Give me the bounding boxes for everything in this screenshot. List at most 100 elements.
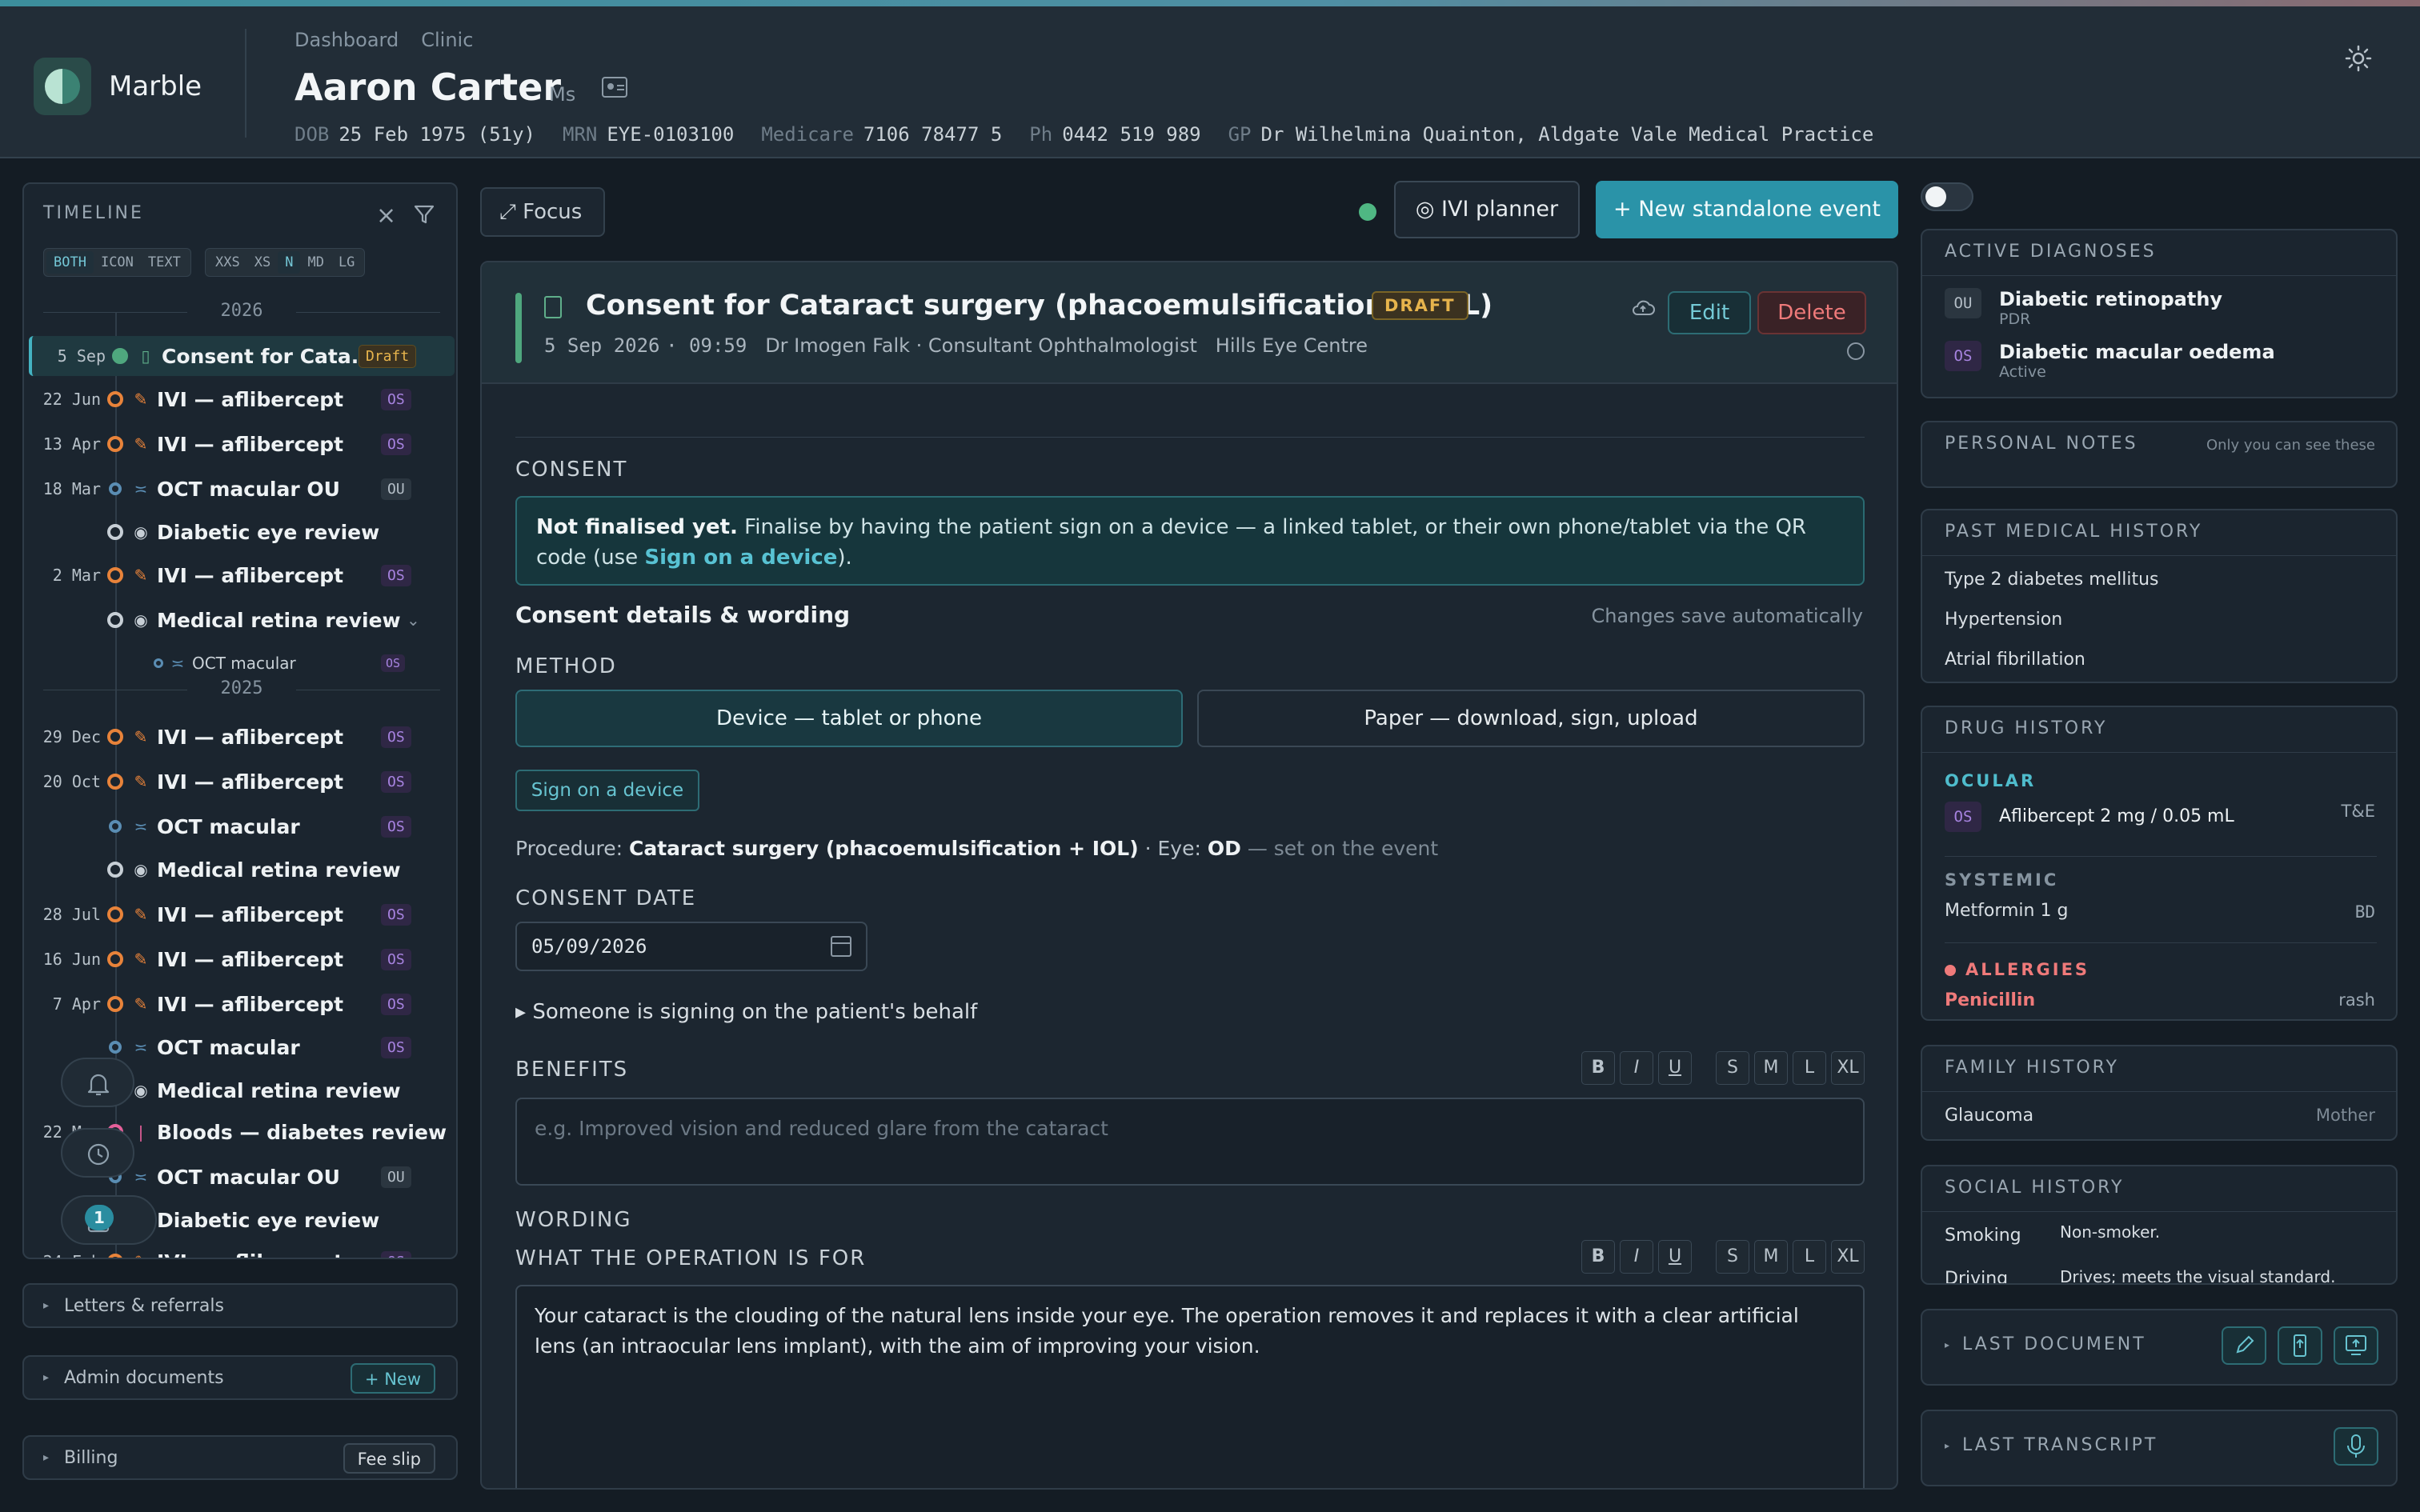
view-text[interactable]: TEXT — [141, 251, 188, 274]
edit-button[interactable]: Edit — [1668, 291, 1751, 334]
timeline-item[interactable]: ≍ OCT macular OS — [24, 806, 456, 846]
chevron-down-icon[interactable]: ⌄ — [407, 610, 420, 630]
recent-button[interactable] — [61, 1128, 134, 1178]
notifications-button[interactable] — [61, 1058, 134, 1107]
timeline-item[interactable]: 20 Oct ✎ IVI — aflibercept OS — [24, 762, 456, 802]
letters-referrals-section[interactable]: ▸ Letters & referrals — [22, 1283, 458, 1328]
timeline-item[interactable]: 18 Mar ≍ OCT macular OU OU — [24, 469, 456, 509]
timeline-item[interactable]: 29 Dec ✎ IVI — aflibercept OS — [24, 717, 456, 757]
method-paper-button[interactable]: Paper — download, sign, upload — [1197, 690, 1865, 747]
size-n[interactable]: N — [278, 251, 301, 274]
sign-on-device-button[interactable]: Sign on a device — [515, 770, 699, 811]
diagnosis-item[interactable]: OS Diabetic macular oedema Active — [1945, 341, 2275, 381]
size-l-button[interactable]: L — [1793, 1051, 1826, 1085]
mic-icon[interactable] — [2334, 1427, 2378, 1466]
brand-name: Marble — [109, 70, 202, 102]
billing-section[interactable]: ▸ Billing Fee slip — [22, 1435, 458, 1480]
allergy-item[interactable]: Penicillin — [1945, 990, 2035, 1010]
benefits-placeholder: e.g. Improved vision and reduced glare f… — [535, 1117, 1108, 1140]
signing-on-behalf-toggle[interactable]: ▸ Someone is signing on the patient's be… — [515, 1000, 977, 1024]
focus-button[interactable]: ⤢ Focus — [480, 187, 605, 237]
ivi-planner-button[interactable]: ◎ IVI planner — [1394, 181, 1580, 238]
timeline-item[interactable]: 5 Sep ▯ Consent for Cata... Draft — [29, 336, 455, 376]
cloud-upload-icon[interactable] — [1631, 299, 1655, 317]
breadcrumb-dashboard[interactable]: Dashboard — [294, 29, 399, 51]
timeline-item[interactable]: 13 Apr ✎ IVI — aflibercept OS — [24, 424, 456, 464]
pmh-item[interactable]: Type 2 diabetes mellitus — [1945, 570, 2159, 590]
ocular-drug-item[interactable]: OS Aflibercept 2 mg / 0.05 mL — [1945, 802, 2234, 832]
eye-icon: ◉ — [134, 860, 148, 879]
collapse-icon[interactable]: ⨯ — [376, 202, 396, 230]
timeline-item-date: 2 Mar — [52, 566, 101, 585]
diagnosis-item[interactable]: OU Diabetic retinopathy PDR — [1945, 288, 2222, 328]
pmh-item[interactable]: Hypertension — [1945, 610, 2062, 630]
pencil-icon[interactable] — [2222, 1326, 2266, 1365]
size-s-button[interactable]: S — [1716, 1240, 1749, 1274]
size-l-button[interactable]: L — [1793, 1240, 1826, 1274]
bold-button[interactable]: B — [1581, 1240, 1615, 1274]
history-clock-icon[interactable] — [1847, 342, 1865, 360]
operation-purpose-textarea[interactable]: Your cataract is the clouding of the nat… — [515, 1285, 1865, 1488]
italic-button[interactable]: I — [1620, 1051, 1653, 1085]
size-m-button[interactable]: M — [1754, 1051, 1788, 1085]
ocular-drug-frequency: T&E — [2341, 802, 2375, 821]
size-lg[interactable]: LG — [331, 251, 362, 274]
social-history-value[interactable]: Non-smoker. — [2060, 1222, 2160, 1242]
size-xs[interactable]: XS — [247, 251, 278, 274]
monitor-icon[interactable] — [2334, 1326, 2378, 1365]
breadcrumb-clinic[interactable]: Clinic — [421, 29, 473, 51]
tablet-icon[interactable] — [2278, 1326, 2322, 1365]
fee-slip-button[interactable]: Fee slip — [343, 1443, 435, 1474]
delete-button[interactable]: Delete — [1757, 291, 1866, 334]
sign-on-device-link[interactable]: Sign on a device — [644, 546, 837, 570]
size-xxs[interactable]: XXS — [208, 251, 247, 274]
family-history-item[interactable]: Glaucoma — [1945, 1106, 2033, 1126]
year-divider: 2026 — [24, 301, 456, 321]
timeline-item[interactable]: 22 Jun ✎ IVI — aflibercept OS — [24, 379, 456, 419]
size-xl-button[interactable]: XL — [1831, 1240, 1865, 1274]
timeline-item-date: 29 Dec — [42, 727, 101, 746]
size-m-button[interactable]: M — [1754, 1240, 1788, 1274]
last-transcript-card[interactable]: ▸ LAST TRANSCRIPT — [1921, 1410, 2398, 1486]
timeline-item-label: IVI — aflibercept — [157, 902, 344, 926]
timeline-item[interactable]: 7 Apr ✎ IVI — aflibercept OS — [24, 984, 456, 1024]
size-xl-button[interactable]: XL — [1831, 1051, 1865, 1085]
systemic-drug-item[interactable]: Metformin 1 g — [1945, 901, 2068, 921]
timeline-item[interactable]: 28 Jul ✎ IVI — aflibercept OS — [24, 894, 456, 934]
view-both[interactable]: BOTH — [46, 251, 94, 274]
timeline-item[interactable]: ◉ Medical retina review — [24, 850, 456, 890]
underline-button[interactable]: U — [1658, 1240, 1692, 1274]
timeline-item[interactable]: ◉ Medical retina review ⌄ — [24, 600, 456, 640]
size-md[interactable]: MD — [300, 251, 331, 274]
social-history-value[interactable]: Drives; meets the visual standard. — [2060, 1267, 2335, 1283]
size-s-button[interactable]: S — [1716, 1051, 1749, 1085]
new-admin-document-button[interactable]: + New — [350, 1363, 435, 1394]
admin-documents-section[interactable]: ▸ Admin documents + New — [22, 1355, 458, 1400]
id-card-icon[interactable] — [602, 77, 627, 98]
panel-toggle[interactable] — [1921, 182, 1973, 211]
eye-tag: OS — [1945, 802, 1981, 832]
timeline-item-date: 16 Jun — [42, 950, 101, 969]
brand[interactable]: Marble — [34, 58, 202, 115]
filter-icon[interactable] — [413, 203, 435, 226]
timeline-item[interactable]: ◉ Diabetic eye review — [24, 512, 456, 552]
consent-date-field[interactable]: 05/09/2026 — [515, 922, 867, 971]
pmh-item[interactable]: Atrial fibrillation — [1945, 650, 2085, 670]
view-icon[interactable]: ICON — [94, 251, 141, 274]
timeline-item[interactable]: ≍ OCT macular OS — [24, 643, 456, 683]
past-medical-history-card: PAST MEDICAL HISTORY Type 2 diabetes mel… — [1921, 509, 2398, 683]
bold-button[interactable]: B — [1581, 1051, 1615, 1085]
sun-icon[interactable] — [2345, 45, 2372, 72]
underline-button[interactable]: U — [1658, 1051, 1692, 1085]
method-device-button[interactable]: Device — tablet or phone — [515, 690, 1183, 747]
benefits-textarea[interactable]: e.g. Improved vision and reduced glare f… — [515, 1098, 1865, 1186]
new-standalone-event-button[interactable]: + New standalone event — [1596, 181, 1898, 238]
timeline-item[interactable]: 16 Jun ✎ IVI — aflibercept OS — [24, 939, 456, 979]
last-document-card[interactable]: ▸ LAST DOCUMENT — [1921, 1309, 2398, 1386]
operation-purpose-text: Your cataract is the clouding of the nat… — [535, 1304, 1799, 1358]
italic-button[interactable]: I — [1620, 1240, 1653, 1274]
calendar-icon[interactable] — [831, 936, 851, 957]
timeline-item[interactable]: 2 Mar ✎ IVI — aflibercept OS — [24, 555, 456, 595]
syringe-icon: ✎ — [134, 566, 148, 585]
personal-notes-card[interactable]: PERSONAL NOTES Only you can see these — [1921, 421, 2398, 488]
